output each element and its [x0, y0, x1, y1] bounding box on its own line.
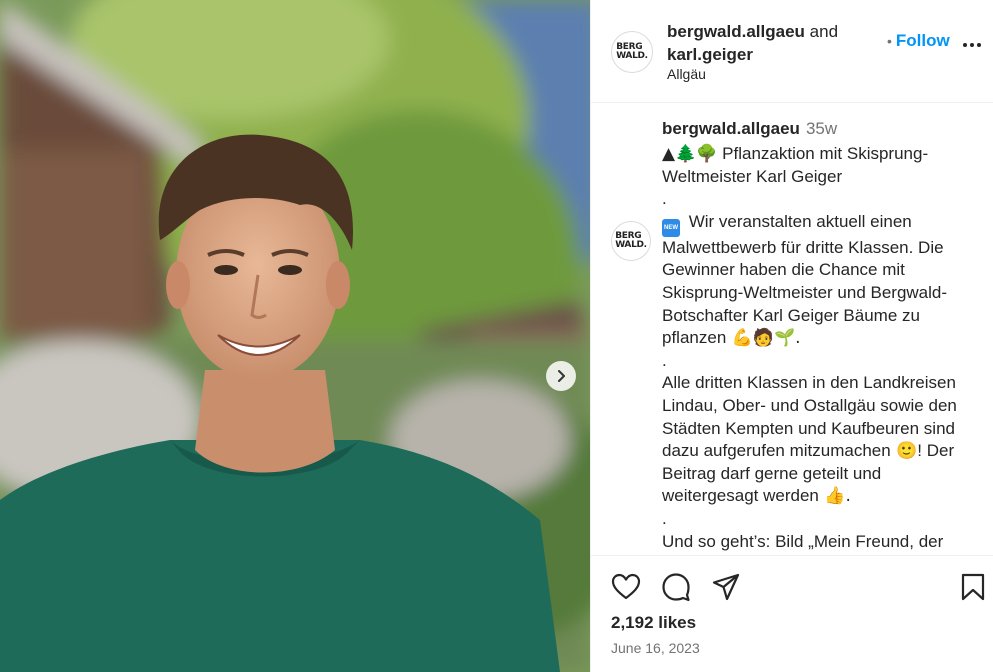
follow-label: Follow [895, 31, 950, 50]
post-date[interactable]: June 16, 2023 [611, 640, 700, 656]
post-caption: BERG WALD. bergwald.allgaeu 35w ▲🌲🌳 Pflan… [591, 104, 993, 556]
caption-paragraph-4: Und so geht’s: Bild „Mein Freund, der Be… [662, 531, 944, 556]
caption-username[interactable]: bergwald.allgaeu [662, 119, 800, 138]
post-photo [0, 0, 590, 672]
follow-button[interactable]: • Follow [887, 31, 950, 51]
bergwald-logo: BERG WALD. [615, 231, 647, 250]
caption-paragraph-3: Alle dritten Klassen in den Landkreisen … [662, 373, 957, 507]
post-header: BERG WALD. bergwald.allgaeu and karl.gei… [591, 0, 993, 103]
more-icon[interactable] [962, 35, 982, 55]
caption-separator: . [662, 350, 667, 370]
post-authors: bergwald.allgaeu and karl.geiger [667, 20, 838, 66]
share-icon[interactable] [711, 572, 741, 602]
avatar[interactable]: BERG WALD. [611, 31, 653, 73]
caption-avatar[interactable]: BERG WALD. [611, 221, 651, 261]
post-location[interactable]: Allgäu [667, 66, 706, 82]
author-username[interactable]: bergwald.allgaeu [667, 22, 805, 41]
caption-paragraph-2: NEW Wir veranstalten aktuell einen Malwe… [662, 211, 948, 349]
chevron-right-icon [558, 370, 565, 382]
follow-separator: • [887, 33, 892, 49]
like-count[interactable]: 2,192 likes [611, 613, 696, 633]
next-photo-button[interactable] [546, 361, 576, 391]
caption-separator: . [662, 189, 667, 209]
author-conjunction: and [809, 22, 839, 41]
caption-text: ▲🌲🌳 Pflanzaktion mit Skisprung-Weltmeist… [662, 143, 972, 556]
tree-emoji: ▲🌲🌳 [662, 144, 718, 164]
photo-image [0, 0, 590, 672]
new-badge-icon: NEW [662, 218, 680, 237]
heart-icon[interactable] [611, 572, 641, 602]
coauthor-username[interactable]: karl.geiger [667, 45, 753, 64]
post-panel: BERG WALD. bergwald.allgaeu and karl.gei… [590, 0, 993, 672]
comment-icon[interactable] [661, 572, 691, 602]
bergwald-logo: BERG WALD. [616, 42, 648, 61]
caption-line-1: ▲🌲🌳 Pflanzaktion mit Skisprung-Weltmeist… [662, 144, 929, 186]
caption-header: bergwald.allgaeu 35w [662, 119, 837, 139]
bookmark-icon[interactable] [959, 572, 987, 602]
caption-time[interactable]: 35w [806, 119, 837, 138]
caption-separator: . [662, 508, 667, 528]
